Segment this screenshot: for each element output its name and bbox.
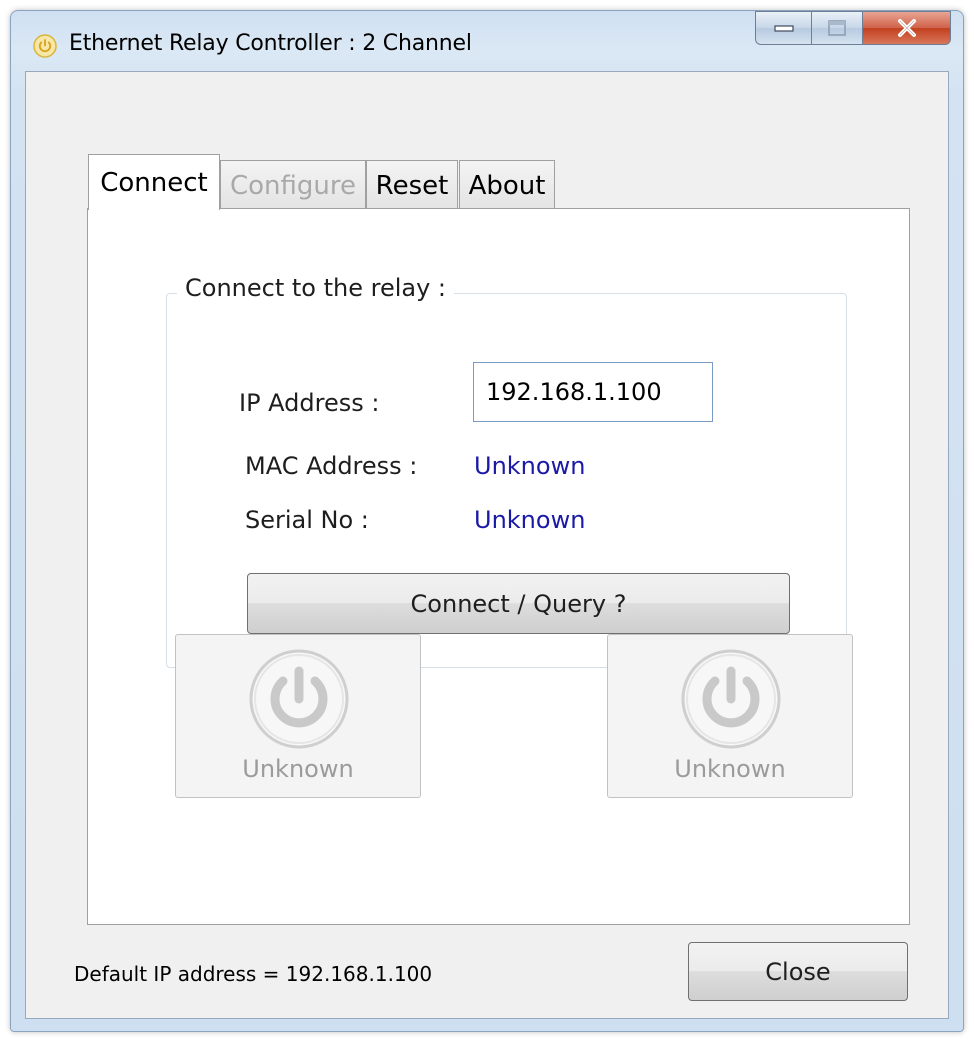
minimize-icon bbox=[773, 25, 794, 32]
maximize-icon bbox=[828, 20, 846, 36]
ip-address-input[interactable] bbox=[473, 362, 713, 422]
relay-1-status: Unknown bbox=[242, 755, 354, 783]
mac-address-value: Unknown bbox=[474, 452, 586, 480]
relay-2-button[interactable]: Unknown bbox=[607, 634, 853, 798]
caption-buttons bbox=[755, 11, 951, 45]
close-icon bbox=[897, 19, 916, 37]
mac-address-label: MAC Address : bbox=[245, 452, 418, 480]
power-icon bbox=[249, 649, 349, 749]
connect-query-button[interactable]: Connect / Query ? bbox=[247, 573, 790, 634]
relay-1-button[interactable]: Unknown bbox=[175, 634, 421, 798]
default-ip-status: Default IP address = 192.168.1.100 bbox=[74, 962, 433, 986]
tab-reset[interactable]: Reset bbox=[366, 160, 458, 210]
serial-no-value: Unknown bbox=[474, 506, 586, 534]
tab-configure: Configure bbox=[220, 160, 366, 210]
window-title: Ethernet Relay Controller : 2 Channel bbox=[69, 31, 472, 56]
relay-2-status: Unknown bbox=[674, 755, 786, 783]
client-area: Connect Configure Reset About Connect to… bbox=[25, 71, 949, 1019]
connect-tab-panel: Connect to the relay : IP Address : MAC … bbox=[87, 208, 910, 925]
connect-groupbox: Connect to the relay : IP Address : MAC … bbox=[166, 274, 847, 668]
power-icon bbox=[33, 34, 57, 58]
power-icon bbox=[681, 649, 781, 749]
close-window-button[interactable] bbox=[863, 11, 951, 45]
title-bar[interactable]: Ethernet Relay Controller : 2 Channel bbox=[11, 11, 963, 71]
groupbox-title: Connect to the relay : bbox=[177, 274, 454, 302]
close-button[interactable]: Close bbox=[688, 942, 908, 1001]
minimize-button[interactable] bbox=[755, 11, 811, 45]
serial-no-label: Serial No : bbox=[245, 506, 369, 534]
app-window: Ethernet Relay Controller : 2 Channel Co… bbox=[10, 10, 964, 1032]
maximize-button[interactable] bbox=[811, 11, 863, 45]
tab-connect[interactable]: Connect bbox=[88, 154, 220, 210]
ip-address-label: IP Address : bbox=[239, 389, 380, 417]
tab-about[interactable]: About bbox=[459, 160, 555, 210]
